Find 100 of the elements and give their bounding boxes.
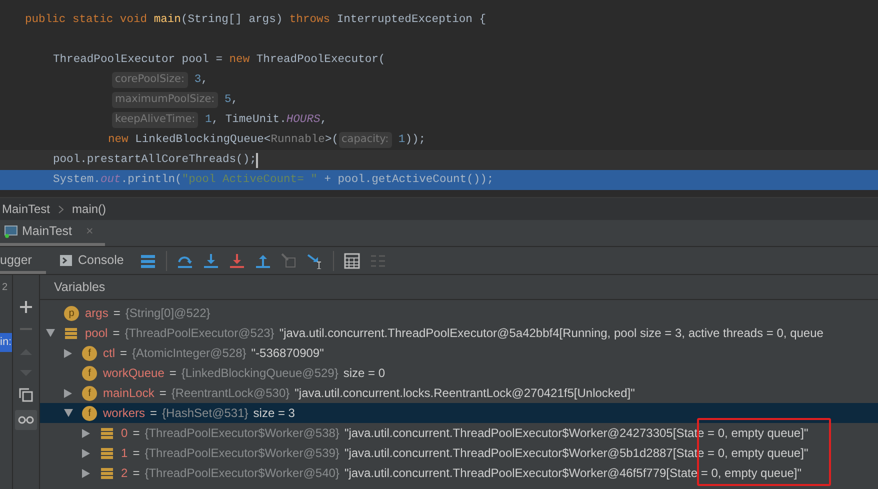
- field-badge-icon: f: [82, 366, 97, 380]
- code-text: LinkedBlockingQueue<: [135, 132, 271, 148]
- constant-name: HOURS: [286, 112, 320, 128]
- tree-row[interactable]: p args = {String[0]@522}: [40, 303, 878, 323]
- code-text: (String[] args): [180, 12, 284, 28]
- collapsed-triangle-icon[interactable]: [64, 348, 72, 358]
- parameter-hint: corePoolSize:: [112, 72, 188, 88]
- add-icon[interactable]: [19, 300, 33, 314]
- expanded-triangle-icon[interactable]: [64, 409, 73, 417]
- code-text: , TimeUnit.: [212, 112, 286, 128]
- assignment-sign: =: [113, 305, 120, 322]
- tree-row[interactable]: pool = {ThreadPoolExecutor@523} "java.util.concurrent.ThreadPoolExecutor@5a42bbf4[Running, pool size = 3, active threads = 0, queue: [40, 323, 878, 343]
- variable-value: "java.util.concurrent.locks.ReentrantLock@270421f5[Unlocked]": [294, 385, 635, 402]
- collapsed-triangle-icon[interactable]: [82, 428, 90, 438]
- parameter-hint: keepAliveTime:: [112, 112, 198, 128]
- variable-name: ctl: [103, 345, 115, 362]
- code-text: ,: [201, 72, 208, 88]
- variable-name: 2: [121, 465, 128, 482]
- chevron-icon: [58, 204, 64, 214]
- number-literal: 1: [204, 112, 212, 128]
- variable-name: 1: [121, 445, 128, 462]
- keyword: new: [229, 52, 251, 68]
- console-tab[interactable]: Console: [46, 247, 138, 274]
- code-text: ThreadPoolExecutor pool =: [53, 52, 224, 68]
- variable-type: {ThreadPoolExecutor$Worker@538}: [144, 425, 340, 442]
- tree-row[interactable]: f ctl = {AtomicInteger@528} "-536870909": [40, 343, 878, 363]
- keyword: throws: [289, 12, 332, 28]
- expanded-triangle-icon[interactable]: [46, 329, 55, 337]
- console-icon: [60, 255, 72, 266]
- tree-row[interactable]: f mainLock = {ReentrantLock@530} "java.util.concurrent.locks.ReentrantLock@270421f5[Unlocked]": [40, 383, 878, 403]
- watches-toggle[interactable]: [15, 410, 37, 430]
- variable-name: args: [85, 305, 108, 322]
- code-text: ,: [231, 92, 238, 108]
- glasses-icon: [18, 416, 34, 424]
- breadcrumb-item[interactable]: MainTest: [0, 200, 50, 218]
- monitor-icon: [4, 225, 18, 238]
- tree-row[interactable]: f workers = {HashSet@531} size = 3: [40, 403, 878, 423]
- code-text: pool.prestartAllCoreThreads();: [53, 152, 256, 168]
- string-literal: "pool ActiveCount= ": [182, 172, 318, 188]
- variable-name: workQueue: [103, 365, 164, 382]
- field-badge-icon: p: [64, 306, 79, 320]
- collapsed-triangle-icon[interactable]: [82, 468, 90, 478]
- code-text: ,: [320, 112, 328, 128]
- parameter-hint: maximumPoolSize:: [112, 92, 218, 108]
- variable-value: size = 3: [253, 405, 295, 422]
- lines-icon[interactable]: [140, 252, 156, 268]
- variable-type: {ThreadPoolExecutor$Worker@540}: [144, 465, 340, 482]
- variable-type: {HashSet@531}: [162, 405, 248, 422]
- down-arrow-icon[interactable]: [228, 252, 245, 268]
- number-literal: 3: [193, 72, 202, 88]
- assignment-sign: =: [112, 325, 120, 342]
- grid-icon[interactable]: [344, 252, 360, 268]
- number-literal: 1: [397, 132, 406, 148]
- code-text: ));: [405, 132, 426, 148]
- variable-value: "java.util.concurrent.ThreadPoolExecutor@5a42bbf4[Running, pool size = 3, active threads = 0, queue: [279, 325, 824, 342]
- constant-name: out: [100, 172, 121, 188]
- field-badge-icon: f: [82, 406, 97, 420]
- code-text: System.: [53, 172, 100, 188]
- field-badge-icon: f: [82, 386, 97, 400]
- keyword: new: [108, 132, 130, 148]
- frame-item[interactable]: in:: [0, 333, 12, 352]
- variable-value: "java.util.concurrent.ThreadPoolExecutor$Worker@46f5f779[State = 0, empty queue]": [344, 465, 802, 482]
- variable-type: {ThreadPoolExecutor$Worker@539}: [144, 445, 340, 462]
- collapsed-triangle-icon[interactable]: [82, 448, 90, 458]
- tree-row[interactable]: f workQueue = {LinkedBlockingQueue@529} size = 0: [40, 363, 878, 383]
- panel-title: Variables: [54, 278, 106, 296]
- tree-row[interactable]: 2 = {ThreadPoolExecutor$Worker@540} "java.util.concurrent.ThreadPoolExecutor$Worker@46f5f779[State = 0, empty queue]": [40, 463, 878, 483]
- variable-value: "-536870909": [251, 345, 324, 362]
- breadcrumb-item[interactable]: main(): [72, 200, 106, 218]
- assignment-sign: =: [120, 345, 128, 362]
- list-icon: [100, 446, 114, 460]
- list-icon: [64, 326, 78, 340]
- down-arrow-icon[interactable]: [202, 252, 219, 268]
- parameter-hint: capacity:: [338, 132, 392, 148]
- assignment-sign: =: [150, 405, 158, 422]
- code-text: >(: [324, 132, 339, 148]
- variable-name: pool: [85, 325, 108, 342]
- variable-type: {LinkedBlockingQueue@529}: [181, 365, 338, 382]
- assignment-sign: =: [159, 385, 166, 402]
- variable-name: workers: [103, 405, 146, 422]
- variable-value: size = 0: [343, 365, 386, 382]
- number-literal: 5: [224, 92, 232, 108]
- up-arrow-icon[interactable]: [254, 252, 271, 268]
- code-text: InterruptedException {: [336, 12, 486, 28]
- cursor-arrow-icon[interactable]: [306, 252, 323, 268]
- code-text: + pool.getActiveCount());: [323, 172, 494, 188]
- variable-type: {String[0]@522}: [125, 305, 210, 322]
- assignment-sign: =: [132, 465, 140, 482]
- list-icon: [100, 466, 114, 480]
- copy-icon[interactable]: [19, 388, 33, 402]
- field-badge-icon: f: [82, 346, 97, 360]
- frame-count: 2: [1, 281, 9, 295]
- variable-type: {ThreadPoolExecutor@523}: [124, 325, 274, 342]
- method-name: main: [154, 12, 181, 28]
- list-icon: [100, 426, 114, 440]
- variable-type: {ReentrantLock@530}: [171, 385, 290, 402]
- collapsed-triangle-icon[interactable]: [64, 388, 72, 398]
- variable-name: 0: [121, 425, 128, 442]
- keyword: public static void: [25, 12, 148, 28]
- assignment-sign: =: [132, 445, 140, 462]
